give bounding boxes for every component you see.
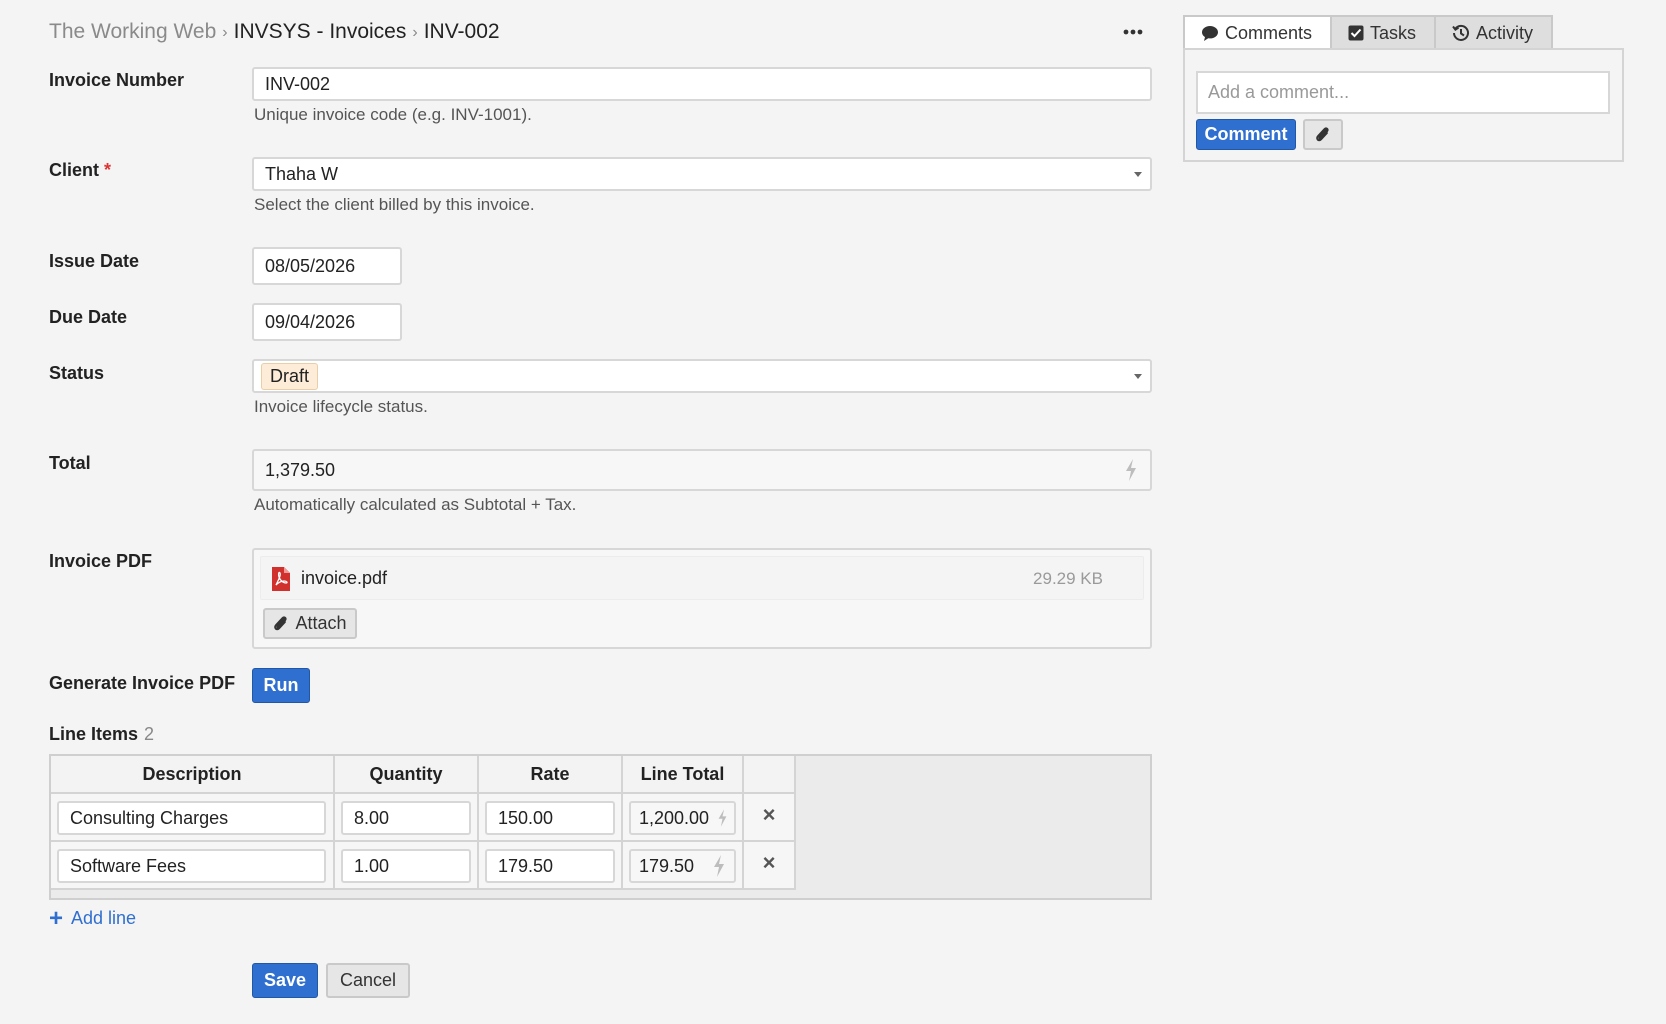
invoice-pdf-label: Invoice PDF bbox=[49, 551, 153, 571]
paperclip-icon bbox=[274, 615, 288, 630]
client-label-text: Client bbox=[49, 160, 100, 180]
more-menu-button[interactable] bbox=[1118, 14, 1148, 46]
history-icon bbox=[1452, 24, 1469, 41]
attachment-item[interactable]: invoice.pdf 29.29 KB bbox=[260, 556, 1144, 600]
column-header-rate: Rate bbox=[479, 756, 623, 794]
breadcrumb-current: INV-002 bbox=[423, 20, 500, 43]
table-row: Consulting Charges bbox=[51, 794, 335, 842]
status-help: Invoice lifecycle status. bbox=[254, 397, 428, 416]
client-label: Client * bbox=[49, 160, 111, 181]
run-button[interactable]: Run bbox=[252, 668, 310, 703]
table-row: Software Fees bbox=[51, 842, 335, 890]
table-cell: 8.00 bbox=[335, 794, 479, 842]
total-field: 1,379.50 bbox=[252, 449, 1152, 491]
generate-pdf-label: Generate Invoice PDF bbox=[49, 673, 236, 693]
chevron-down-icon bbox=[1134, 172, 1142, 177]
description-input[interactable]: Consulting Charges bbox=[57, 801, 326, 835]
plus-icon: + bbox=[49, 904, 64, 932]
tab-activity-label: Activity bbox=[1476, 22, 1534, 43]
required-marker: * bbox=[104, 160, 112, 180]
breadcrumb-root[interactable]: The Working Web bbox=[49, 20, 216, 43]
table-cell: × bbox=[744, 794, 796, 842]
tab-comments-label: Comments bbox=[1225, 22, 1313, 43]
comment-button[interactable]: Comment bbox=[1196, 119, 1296, 150]
line-total-value: 179.50 bbox=[639, 855, 695, 876]
line-total-value: 1,200.00 bbox=[639, 807, 710, 828]
attachment-filesize: 29.29 KB bbox=[1033, 569, 1103, 588]
client-select[interactable]: Thaha W bbox=[252, 157, 1152, 191]
column-header-description: Description bbox=[51, 756, 335, 794]
save-button[interactable]: Save bbox=[252, 963, 318, 998]
due-date-input[interactable]: 09/04/2026 bbox=[252, 303, 402, 341]
remove-line-button[interactable]: × bbox=[744, 850, 794, 876]
line-items-count: 2 bbox=[144, 724, 155, 744]
comment-input[interactable]: Add a comment... bbox=[1196, 71, 1610, 114]
speech-bubble-icon bbox=[1202, 25, 1218, 41]
side-panel-tabs: Comments Tasks Activity bbox=[1183, 15, 1554, 49]
table-cell: 1.00 bbox=[335, 842, 479, 890]
column-header-quantity: Quantity bbox=[335, 756, 479, 794]
breadcrumb-separator: › bbox=[412, 24, 418, 41]
line-items-heading: Line Items 2 bbox=[49, 724, 154, 745]
table-cell: 179.50 bbox=[479, 842, 623, 890]
tab-comments[interactable]: Comments bbox=[1183, 15, 1333, 49]
line-total-field: 1,200.00 bbox=[629, 801, 736, 835]
lightning-icon bbox=[1126, 459, 1136, 481]
add-line-label: Add line bbox=[71, 908, 137, 928]
status-select[interactable]: Draft bbox=[252, 359, 1152, 393]
checkbox-icon bbox=[1348, 25, 1364, 41]
tab-activity[interactable]: Activity bbox=[1434, 15, 1554, 49]
breadcrumb: The Working Web › INVSYS - Invoices › INV-00… bbox=[49, 18, 500, 48]
add-line-link[interactable]: + Add line bbox=[49, 904, 137, 932]
chevron-down-icon bbox=[1134, 374, 1142, 379]
column-header-actions bbox=[744, 756, 796, 794]
status-badge: Draft bbox=[261, 362, 319, 390]
pdf-file-icon bbox=[272, 567, 290, 591]
line-items-title: Line Items bbox=[49, 724, 139, 744]
tab-tasks-label: Tasks bbox=[1370, 22, 1417, 43]
paperclip-icon bbox=[1316, 126, 1329, 141]
rate-input[interactable]: 150.00 bbox=[485, 801, 615, 835]
table-cell: × bbox=[744, 842, 796, 890]
total-label: Total bbox=[49, 453, 91, 473]
attachment-filename[interactable]: invoice.pdf bbox=[301, 568, 387, 589]
client-help: Select the client billed by this invoice… bbox=[254, 195, 535, 214]
issue-date-label: Issue Date bbox=[49, 251, 140, 271]
invoice-number-help: Unique invoice code (e.g. INV-1001). bbox=[254, 105, 532, 124]
ellipsis-icon bbox=[1123, 29, 1143, 35]
remove-line-button[interactable]: × bbox=[744, 802, 794, 828]
table-cell: 150.00 bbox=[479, 794, 623, 842]
table-cell: 179.50 bbox=[623, 842, 744, 890]
quantity-input[interactable]: 8.00 bbox=[341, 801, 471, 835]
quantity-input[interactable]: 1.00 bbox=[341, 849, 471, 883]
due-date-label: Due Date bbox=[49, 307, 128, 327]
attach-button[interactable]: Attach bbox=[263, 608, 357, 639]
attach-button-label: Attach bbox=[295, 613, 347, 633]
total-value: 1,379.50 bbox=[265, 459, 336, 480]
invoice-number-label: Invoice Number bbox=[49, 70, 185, 90]
line-total-field: 179.50 bbox=[629, 849, 736, 883]
cancel-button[interactable]: Cancel bbox=[326, 963, 410, 998]
table-cell: 1,200.00 bbox=[623, 794, 744, 842]
client-select-value: Thaha W bbox=[265, 163, 339, 184]
rate-input[interactable]: 179.50 bbox=[485, 849, 615, 883]
invoice-pdf-field: invoice.pdf 29.29 KB Attach bbox=[252, 548, 1152, 649]
line-items-table: Description Quantity Rate Line Total Con… bbox=[49, 754, 1152, 900]
lightning-icon bbox=[718, 809, 727, 827]
lightning-icon bbox=[714, 855, 724, 877]
tab-tasks[interactable]: Tasks bbox=[1330, 15, 1437, 49]
breadcrumb-separator: › bbox=[222, 24, 228, 41]
status-label: Status bbox=[49, 363, 105, 383]
invoice-number-input[interactable]: INV-002 bbox=[252, 67, 1152, 101]
column-header-line-total: Line Total bbox=[623, 756, 744, 794]
issue-date-input[interactable]: 08/05/2026 bbox=[252, 247, 402, 285]
total-help: Automatically calculated as Subtotal + T… bbox=[254, 495, 577, 514]
comment-attach-button[interactable] bbox=[1303, 119, 1343, 150]
comments-panel: Add a comment... Comment bbox=[1183, 48, 1624, 162]
description-input[interactable]: Software Fees bbox=[57, 849, 326, 883]
breadcrumb-section[interactable]: INVSYS - Invoices bbox=[234, 20, 407, 43]
